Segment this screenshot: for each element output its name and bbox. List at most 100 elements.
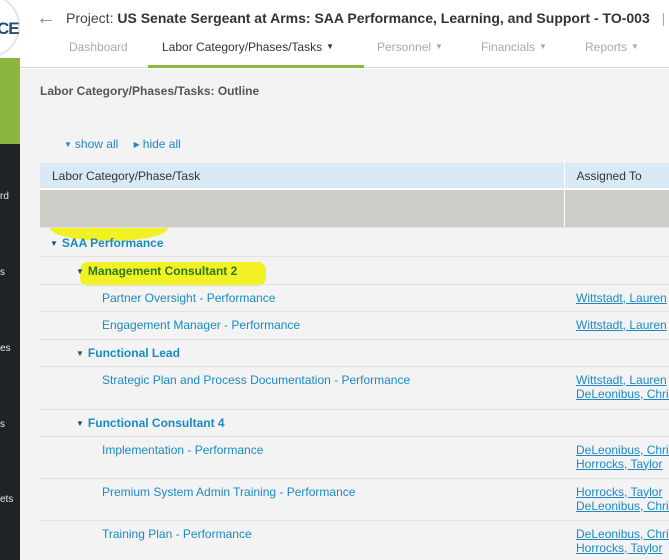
- chevron-down-icon: ▼: [326, 42, 335, 51]
- assignee-link[interactable]: Wittstadt, Lauren: [576, 373, 669, 387]
- row-label: Management Consultant 2: [87, 263, 238, 278]
- table-row: ▼ Functional Lead: [40, 339, 669, 367]
- tab-labor-category[interactable]: Labor Category/Phases/Tasks ▼: [148, 38, 364, 68]
- project-name: US Senate Sergeant at Arms: SAA Performa…: [117, 10, 650, 26]
- sidebar-item-3[interactable]: es: [0, 343, 20, 354]
- filter-cell[interactable]: [564, 188, 669, 228]
- left-sidebar: CE rd s es s ets: [0, 0, 20, 560]
- task-link[interactable]: Training Plan - Performance: [102, 527, 252, 541]
- assignee-link[interactable]: Wittstadt, Lauren: [576, 318, 669, 332]
- assignee-link[interactable]: Horrocks, Taylor: [576, 541, 669, 555]
- sidebar-item-4[interactable]: s: [0, 419, 20, 430]
- tab-label: Labor Category/Phases/Tasks: [162, 40, 323, 54]
- assigned-cell: Wittstadt, Lauren: [564, 311, 669, 340]
- triangle-down-icon: ▼: [64, 140, 72, 149]
- collapse-triangle-icon[interactable]: ▼: [76, 267, 84, 276]
- collapse-triangle-icon[interactable]: ▼: [50, 239, 58, 248]
- task-link[interactable]: Implementation - Performance: [102, 443, 263, 457]
- table-row: ▼ SAA Performance: [40, 227, 669, 257]
- filter-row: [40, 188, 669, 228]
- row-label-cell: ▼ Functional Consultant 4: [40, 409, 564, 437]
- outline-table: Labor Category/Phase/Task Assigned To ▼ S…: [40, 163, 669, 560]
- hide-all-label: hide all: [142, 137, 181, 151]
- column-header-labor[interactable]: Labor Category/Phase/Task: [40, 163, 565, 189]
- title-separator: |: [661, 10, 666, 26]
- assigned-cell: Wittstadt, Lauren: [564, 284, 669, 312]
- column-header-assigned[interactable]: Assigned To: [564, 163, 669, 189]
- sidebar-item-2[interactable]: s: [0, 267, 20, 278]
- sidebar-active-accent: [0, 58, 20, 144]
- assignee-link[interactable]: DeLeonibus, Chris: [576, 499, 669, 513]
- show-all-label: show all: [74, 137, 119, 151]
- assignee-link[interactable]: Horrocks, Taylor: [576, 485, 669, 499]
- task-link[interactable]: Partner Oversight - Performance: [102, 291, 275, 305]
- tab-label: Financials: [481, 40, 536, 54]
- table-row: ▼ Management Consultant 2: [40, 256, 669, 285]
- outline-toggles: ▼ show all ▶ hide all: [64, 137, 181, 151]
- assigned-cell: DeLeonibus, Chris Horrocks, Taylor: [564, 520, 669, 560]
- filter-cell[interactable]: [40, 188, 565, 228]
- table-row: Training Plan - Performance DeLeonibus, …: [40, 520, 669, 560]
- triangle-right-icon: ▶: [133, 140, 140, 149]
- row-label-cell: ▼ Management Consultant 2: [40, 256, 564, 285]
- collapse-triangle-icon[interactable]: ▼: [76, 349, 84, 358]
- assigned-cell: [564, 256, 669, 285]
- row-label: Functional Lead: [87, 345, 180, 360]
- assignee-link[interactable]: DeLeonibus, Chris: [576, 443, 669, 457]
- main-content: Labor Category/Phases/Tasks: Outline ▼ sh…: [20, 69, 669, 560]
- back-arrow-icon[interactable]: ←: [36, 8, 56, 28]
- task-link[interactable]: Strategic Plan and Process Documentation…: [102, 373, 410, 387]
- table-row: ▼ Functional Consultant 4: [40, 409, 669, 437]
- page-header: ← Project: US Senate Sergeant at Arms: S…: [20, 0, 669, 68]
- table-row: Premium System Admin Training - Performa…: [40, 478, 669, 521]
- chevron-down-icon: ▼: [631, 42, 639, 51]
- row-label: SAA Performance: [61, 235, 164, 250]
- hide-all-link[interactable]: ▶ hide all: [134, 137, 181, 151]
- tab-label: Reports: [585, 40, 628, 54]
- assigned-cell: [564, 227, 669, 257]
- assignee-link[interactable]: DeLeonibus, Chris: [576, 527, 669, 541]
- row-label-cell: Partner Oversight - Performance: [40, 284, 564, 312]
- task-link[interactable]: Premium System Admin Training - Performa…: [102, 485, 355, 499]
- table-row: Implementation - Performance DeLeonibus,…: [40, 436, 669, 479]
- assigned-cell: [564, 409, 669, 437]
- tab-personnel[interactable]: Personnel ▼: [377, 38, 443, 68]
- chevron-down-icon: ▼: [539, 42, 547, 51]
- assigned-cell: Wittstadt, Lauren DeLeonibus, Chris: [564, 366, 669, 410]
- table-header-row: Labor Category/Phase/Task Assigned To: [40, 163, 669, 189]
- table-row: Strategic Plan and Process Documentation…: [40, 366, 669, 410]
- row-label-cell: Implementation - Performance: [40, 436, 564, 479]
- assignee-link[interactable]: DeLeonibus, Chris: [576, 387, 669, 401]
- tab-financials[interactable]: Financials ▼: [481, 38, 547, 68]
- row-label: Functional Consultant 4: [87, 415, 225, 430]
- phase-functional-consultant-4[interactable]: ▼ Functional Consultant 4: [76, 416, 225, 430]
- table-row: Partner Oversight - Performance Wittstad…: [40, 284, 669, 312]
- task-link[interactable]: Engagement Manager - Performance: [102, 318, 300, 332]
- row-label-cell: Training Plan - Performance: [40, 520, 564, 560]
- collapse-triangle-icon[interactable]: ▼: [76, 419, 84, 428]
- sidebar-item-1[interactable]: rd: [0, 191, 20, 202]
- row-label-cell: ▼ SAA Performance: [40, 227, 564, 257]
- sidebar-item-5[interactable]: ets: [0, 494, 20, 505]
- category-saa-performance[interactable]: ▼ SAA Performance: [50, 236, 164, 250]
- tab-label: Personnel: [377, 40, 432, 54]
- row-label-cell: Strategic Plan and Process Documentation…: [40, 366, 564, 410]
- table-row: Engagement Manager - Performance Wittsta…: [40, 311, 669, 340]
- phase-management-consultant-2[interactable]: ▼ Management Consultant 2: [76, 264, 237, 278]
- tab-dashboard[interactable]: Dashboard: [69, 38, 128, 68]
- logo-text: CE: [0, 19, 20, 38]
- row-label-cell: Engagement Manager - Performance: [40, 311, 564, 340]
- assigned-cell: DeLeonibus, Chris Horrocks, Taylor: [564, 436, 669, 479]
- assignee-link[interactable]: Wittstadt, Lauren: [576, 291, 669, 305]
- tab-reports[interactable]: Reports ▼: [585, 38, 639, 68]
- phase-functional-lead[interactable]: ▼ Functional Lead: [76, 346, 180, 360]
- chevron-down-icon: ▼: [435, 42, 443, 51]
- page-title: Labor Category/Phases/Tasks: Outline: [40, 84, 260, 98]
- app-logo[interactable]: CE: [0, 0, 20, 58]
- tab-label: Dashboard: [69, 40, 128, 54]
- assignee-link[interactable]: Horrocks, Taylor: [576, 457, 669, 471]
- assigned-cell: [564, 339, 669, 367]
- show-all-link[interactable]: ▼ show all: [64, 137, 118, 151]
- row-label-cell: ▼ Functional Lead: [40, 339, 564, 367]
- row-label-cell: Premium System Admin Training - Performa…: [40, 478, 564, 521]
